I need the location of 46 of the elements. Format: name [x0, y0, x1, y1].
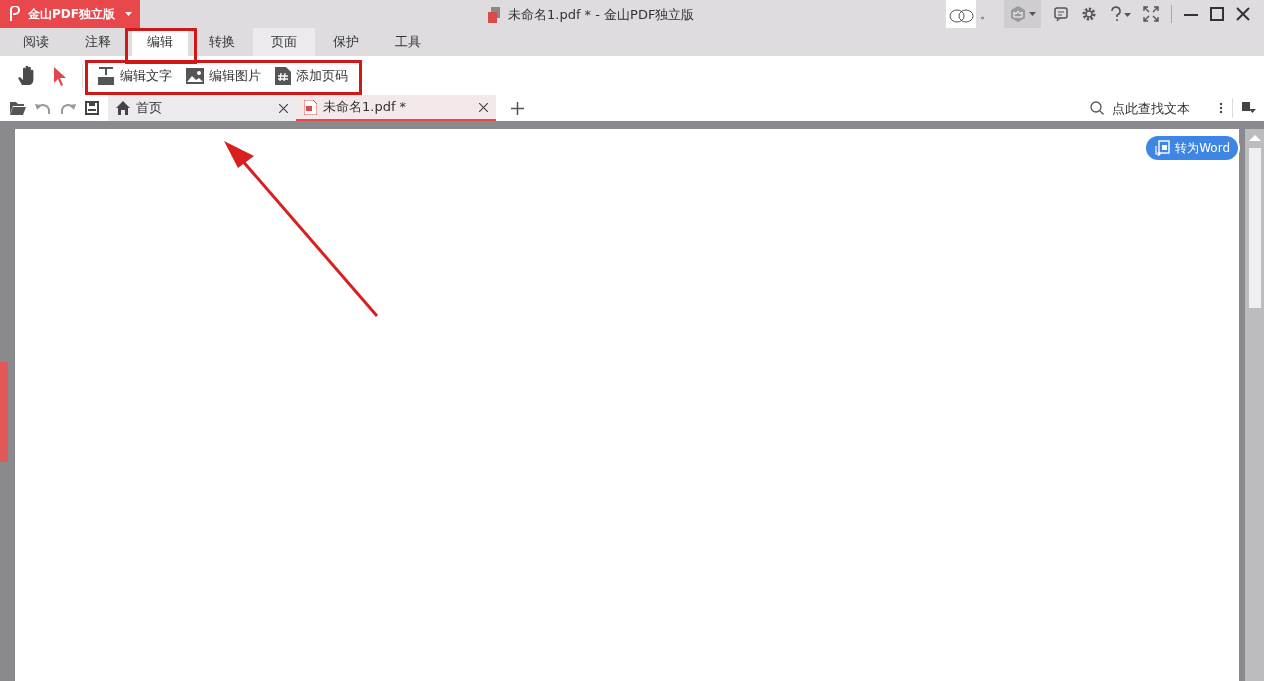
undo-icon[interactable] — [35, 101, 51, 115]
more-icon[interactable] — [1219, 102, 1223, 114]
close-icon[interactable] — [479, 102, 488, 112]
crown-icon — [1009, 5, 1027, 23]
chat-icon[interactable] — [1053, 6, 1069, 22]
app-menu-button[interactable]: 金山PDF独立版 — [0, 0, 140, 28]
home-icon — [116, 101, 130, 115]
caret-icon — [1029, 12, 1036, 16]
caret-icon — [125, 12, 132, 16]
convert-to-word-button[interactable]: 转为Word — [1144, 134, 1240, 162]
page-number-icon — [275, 66, 291, 85]
ribbon-tool-button[interactable]: 编辑文字 — [97, 64, 172, 87]
document-tab[interactable]: 未命名1.pdf * — [296, 95, 496, 121]
maximize-icon[interactable] — [1210, 7, 1224, 21]
convert-icon — [1154, 140, 1171, 156]
search-field[interactable]: 点此查找文本 — [1090, 99, 1210, 117]
settings-icon[interactable] — [1081, 6, 1097, 22]
side-panel-toggle[interactable] — [0, 362, 8, 462]
ribbon-tab[interactable]: 工具 — [377, 28, 439, 56]
status-text: 。 — [980, 5, 992, 23]
ribbon-tab[interactable]: 保护 — [315, 28, 377, 56]
window-title: 未命名1.pdf * - 金山PDF独立版 — [508, 6, 695, 24]
ribbon-tab[interactable]: 转换 — [191, 28, 253, 56]
ribbon-tab[interactable]: 阅读 — [5, 28, 67, 56]
ribbon-tool-button[interactable]: 编辑图片 — [186, 64, 261, 87]
pdf-file-icon — [304, 99, 317, 115]
app-logo-icon — [8, 6, 22, 22]
image-icon — [186, 67, 204, 84]
redo-icon[interactable] — [60, 101, 76, 115]
help-icon[interactable] — [1109, 6, 1131, 22]
close-icon[interactable] — [279, 103, 288, 113]
ribbon-tab[interactable]: 注释 — [67, 28, 129, 56]
new-tab-icon[interactable] — [511, 101, 524, 115]
search-icon — [1090, 101, 1104, 115]
document-tab[interactable]: 首页 — [108, 95, 296, 121]
fullscreen-icon[interactable] — [1143, 6, 1159, 22]
open-folder-icon[interactable] — [10, 101, 26, 115]
ribbon-tool-button[interactable]: 添加页码 — [275, 64, 348, 87]
scrollbar-thumb[interactable] — [1248, 148, 1261, 308]
pdf-file-icon — [488, 7, 502, 23]
avatar-image[interactable] — [946, 0, 976, 28]
pointer-tool-icon[interactable] — [52, 65, 68, 86]
save-icon[interactable] — [85, 101, 99, 115]
dropdown-panel-icon[interactable] — [1242, 102, 1256, 114]
close-icon[interactable] — [1236, 7, 1250, 21]
ribbon-tab[interactable]: 页面 — [253, 28, 315, 56]
